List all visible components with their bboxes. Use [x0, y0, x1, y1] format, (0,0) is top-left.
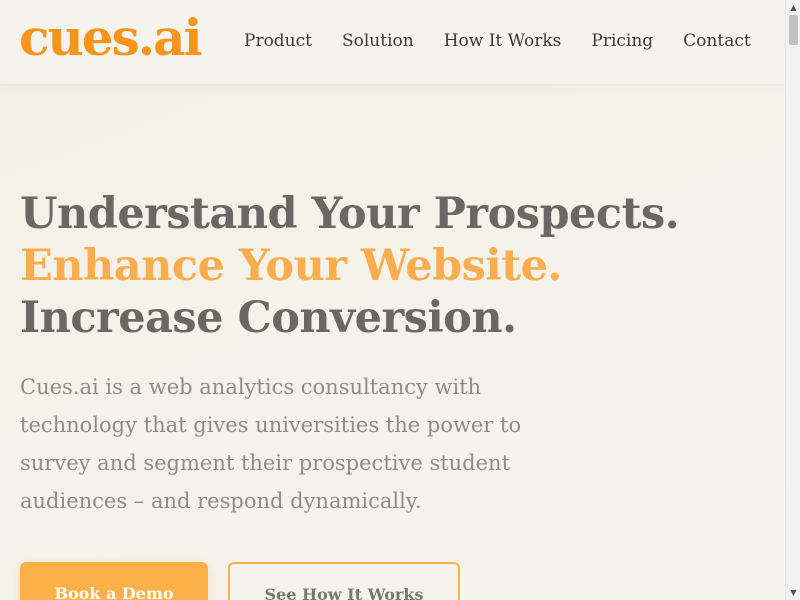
headline-line-3: Increase Conversion.	[20, 293, 517, 343]
hero-headline: Understand Your Prospects. Enhance Your …	[20, 188, 720, 344]
page-viewport: cues.ai Product Solution How It Works Pr…	[0, 0, 785, 600]
vertical-scrollbar[interactable]: ▲ ▼	[785, 0, 800, 600]
nav-pricing[interactable]: Pricing	[591, 31, 653, 51]
main-nav: Product Solution How It Works Pricing Co…	[244, 31, 751, 51]
scroll-up-arrow-icon[interactable]: ▲	[786, 0, 800, 15]
hero-section: Understand Your Prospects. Enhance Your …	[20, 188, 720, 520]
nav-how-it-works[interactable]: How It Works	[444, 31, 562, 51]
book-demo-button[interactable]: Book a Demo	[20, 562, 208, 600]
nav-product[interactable]: Product	[244, 31, 312, 51]
scroll-down-arrow-icon[interactable]: ▼	[786, 585, 800, 600]
site-header: cues.ai Product Solution How It Works Pr…	[0, 0, 785, 84]
nav-solution[interactable]: Solution	[342, 31, 414, 51]
headline-line-1: Understand Your Prospects.	[20, 189, 680, 239]
see-how-it-works-button[interactable]: See How It Works	[228, 562, 460, 600]
scroll-thumb[interactable]	[789, 15, 798, 45]
logo[interactable]: cues.ai	[19, 8, 203, 67]
nav-contact[interactable]: Contact	[683, 31, 751, 51]
headline-line-2: Enhance Your Website.	[20, 241, 562, 291]
hero-description: Cues.ai is a web analytics consultancy w…	[20, 375, 522, 513]
